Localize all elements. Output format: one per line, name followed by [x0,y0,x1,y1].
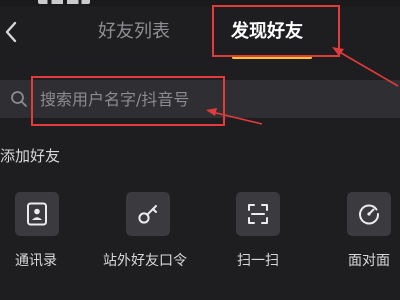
scan-icon [248,204,268,224]
add-friends-section-title: 添加好友 [0,147,61,165]
search-input[interactable] [40,84,340,114]
offsite-code-icon-tile [126,192,170,236]
search-bar[interactable] [0,80,400,118]
chevron-left-icon [5,21,17,43]
tab-discover-friends[interactable]: 发现好友 [231,18,303,46]
tab-friends-list[interactable]: 好友列表 [98,18,170,46]
top-navigation-bar: 好友列表 发现好友 [0,0,400,66]
action-label: 扫一扫 [237,253,279,269]
face-to-face-icon [359,204,380,225]
action-label: 通讯录 [15,253,57,269]
search-icon [11,91,27,107]
key-icon [138,205,157,224]
active-tab-indicator [232,56,312,59]
discover-friends-screen: 好友列表 发现好友 添加好友 通讯录 [0,0,400,300]
action-label: 站外好友口令 [103,253,187,269]
contacts-icon-tile [15,192,59,236]
contact-card-icon [27,202,47,226]
scan-icon-tile [236,192,280,236]
face-to-face-icon-tile [347,192,391,236]
back-button[interactable] [0,18,22,46]
action-label: 面对面 [348,253,390,269]
